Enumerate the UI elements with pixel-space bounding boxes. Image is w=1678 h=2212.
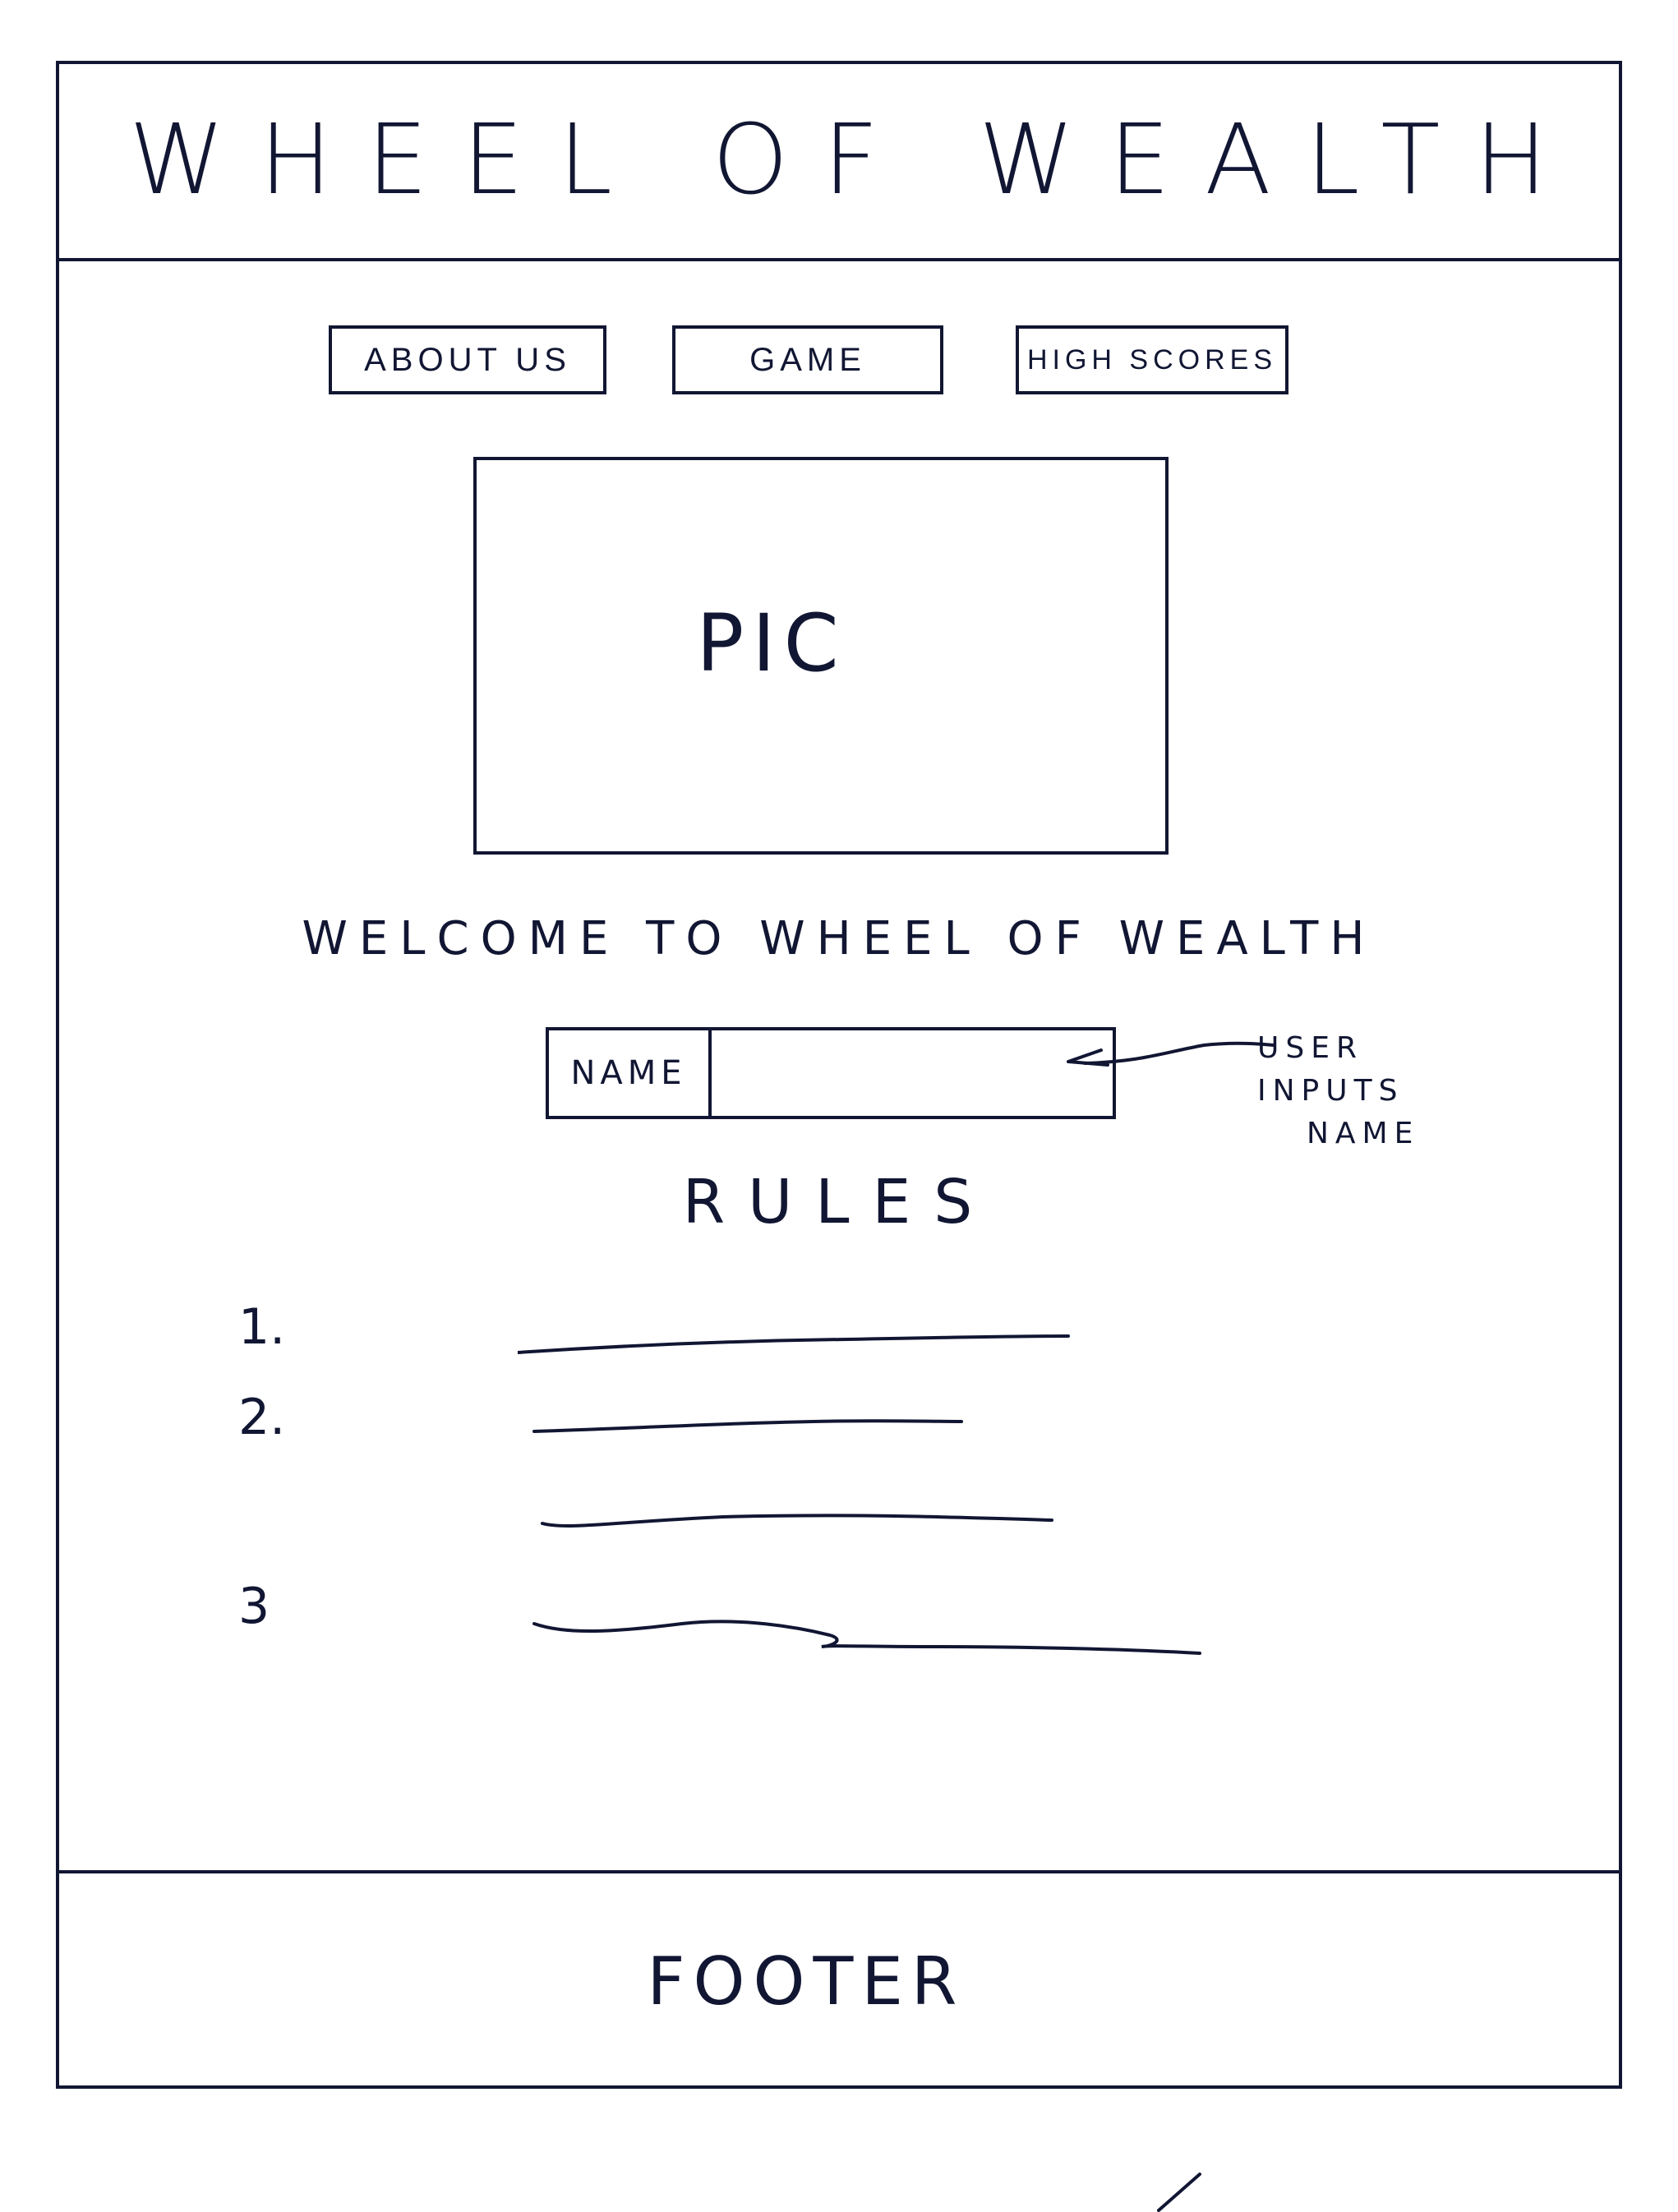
site-title: WHEEL OF WEALTH (128, 103, 1583, 216)
rule-item: 3 (238, 1578, 1307, 1655)
rule-item: 1. (238, 1298, 1307, 1372)
rule-text-placeholder (532, 1620, 1201, 1655)
rule-text-placeholder (518, 1334, 1070, 1354)
rule-item (238, 1479, 1307, 1553)
name-field: NAME (546, 1027, 1116, 1119)
rules-title: RULES (682, 1167, 996, 1237)
picture-placeholder: PIC (473, 457, 1169, 855)
nav-game-button[interactable]: GAME (672, 325, 943, 394)
rule-text-placeholder (541, 1514, 1053, 1528)
annotation-line: USER (1257, 1031, 1363, 1065)
rule-number: 2. (238, 1389, 286, 1446)
arrow-left-icon (1067, 1041, 1275, 1067)
site-footer: FOOTER (56, 1870, 1622, 2089)
welcome-heading: WELCOME TO WHEEL OF WEALTH (302, 912, 1376, 965)
site-header: WHEEL OF WEALTH (56, 61, 1622, 261)
name-field-label: NAME (549, 1030, 712, 1116)
rule-text-placeholder (532, 1419, 963, 1433)
pen-mark-icon (1157, 2173, 1201, 2212)
rule-number: 3 (238, 1578, 270, 1635)
annotation-line: INPUTS (1257, 1074, 1404, 1108)
rule-number: 1. (238, 1298, 286, 1356)
rule-item: 2. (238, 1389, 1307, 1463)
nav-about-button[interactable]: ABOUT US (329, 325, 606, 394)
picture-label: PIC (696, 597, 847, 689)
main-nav: ABOUT US GAME HIGH SCORES (0, 325, 1678, 404)
annotation-line: NAME (1307, 1117, 1420, 1150)
name-annotation: USER INPUTS NAME (1257, 1027, 1463, 1155)
nav-highscores-button[interactable]: HIGH SCORES (1016, 325, 1288, 394)
footer-text: FOOTER (647, 1942, 966, 2020)
